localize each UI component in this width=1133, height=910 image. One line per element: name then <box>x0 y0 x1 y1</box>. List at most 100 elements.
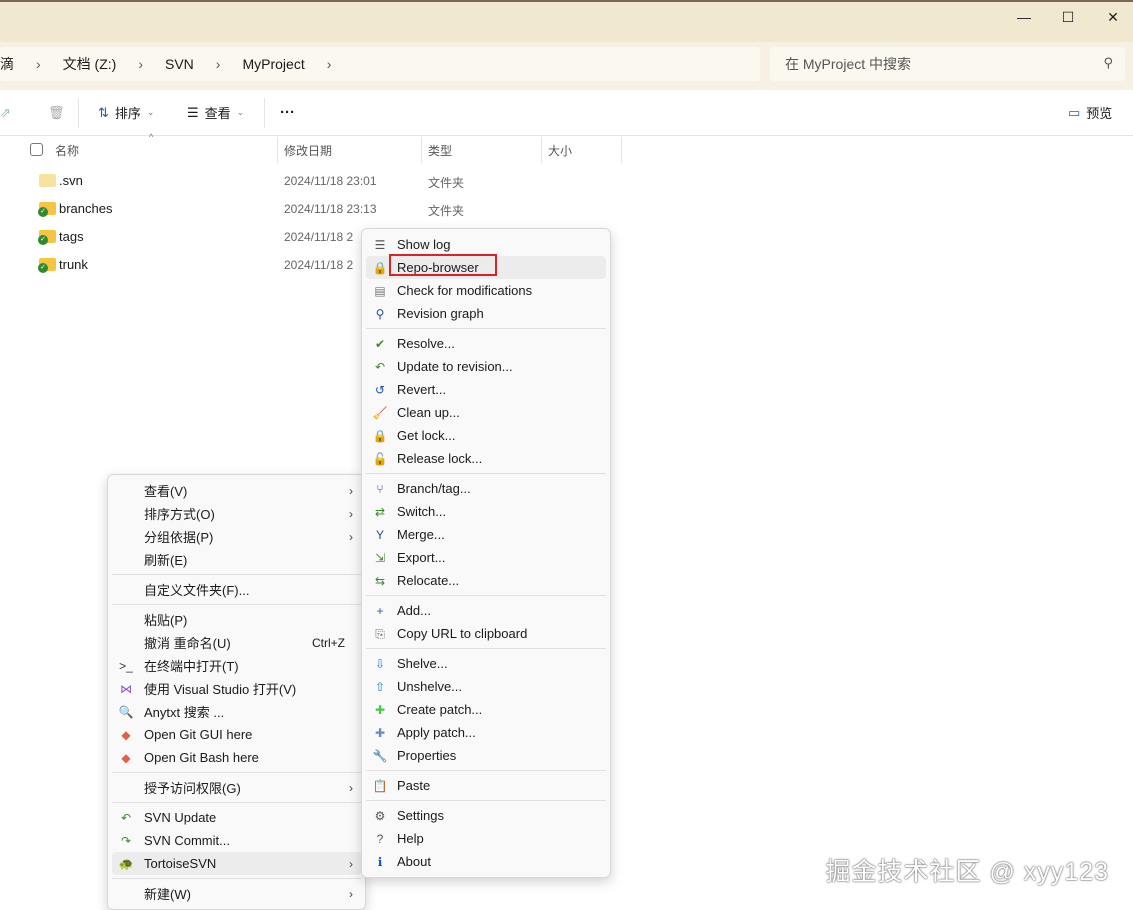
menu-item-resolve[interactable]: ✔ Resolve... <box>366 332 606 355</box>
menu-item-check-for-modifications[interactable]: ▤ Check for modifications <box>366 279 606 302</box>
menu-item-unshelve[interactable]: ⇧ Unshelve... <box>366 675 606 698</box>
file-row[interactable]: ✓ branches 2024/11/18 23:13 文件夹 <box>0 195 620 223</box>
menu-item-t[interactable]: >_ 在终端中打开(T) <box>112 654 361 677</box>
menu-item-branch-tag[interactable]: ⑂ Branch/tag... <box>366 477 606 500</box>
branch-tag-icon: ⑂ <box>376 481 384 496</box>
menu-item-label: About <box>397 854 431 869</box>
menu-item-release-lock[interactable]: 🔓 Release lock... <box>366 447 606 470</box>
menu-item-get-lock[interactable]: 🔒 Get lock... <box>366 424 606 447</box>
menu-item-apply-patch[interactable]: ✚ Apply patch... <box>366 721 606 744</box>
more-button[interactable]: ··· <box>280 104 295 121</box>
chevron-right-icon[interactable]: › <box>216 56 221 72</box>
anytxt-search-icon: 🔍 <box>118 704 134 719</box>
add-icon: + <box>376 603 384 618</box>
menu-item-revert[interactable]: ↺ Revert... <box>366 378 606 401</box>
minimize-button[interactable]: — <box>1009 6 1039 28</box>
menu-item-create-patch[interactable]: ✚ Create patch... <box>366 698 606 721</box>
maximize-button[interactable]: ☐ <box>1053 6 1083 28</box>
menu-item-relocate[interactable]: ⇆ Relocate... <box>366 569 606 592</box>
view-button[interactable]: ☰ 查看 ⌄ <box>187 103 244 122</box>
title-bar: — ☐ ✕ <box>0 0 1133 42</box>
menu-item-label: Paste <box>397 778 431 793</box>
share-icon[interactable]: ⇗ <box>0 105 11 121</box>
show-log-icon: ☰ <box>374 237 386 252</box>
menu-item-label: 撤消 重命名(U) <box>144 636 231 651</box>
search-input[interactable]: 在 MyProject 中搜索 ⚲ <box>770 47 1125 81</box>
menu-item-g[interactable]: 授予访问权限(G) › <box>112 776 361 799</box>
menu-item-label: 分组依据(P) <box>144 530 214 545</box>
column-divider[interactable] <box>421 137 422 163</box>
menu-item-add[interactable]: + Add... <box>366 599 606 622</box>
menu-item-svn-update[interactable]: ↶ SVN Update <box>112 806 361 829</box>
menu-item-open-git-gui-here[interactable]: ◆ Open Git GUI here <box>112 723 361 746</box>
file-modified: 2024/11/18 2 <box>284 258 354 272</box>
breadcrumb-item[interactable]: 文档 (Z:) <box>63 54 117 74</box>
menu-item-update-to-revision[interactable]: ↶ Update to revision... <box>366 355 606 378</box>
menu-item-label: Shelve... <box>397 656 448 671</box>
menu-item-export[interactable]: ⇲ Export... <box>366 546 606 569</box>
preview-label: 预览 <box>1086 106 1113 121</box>
folder-icon: ✓ <box>38 258 56 273</box>
menu-item-tortoisesvn[interactable]: 🐢 TortoiseSVN › <box>112 852 361 875</box>
select-all-checkbox[interactable] <box>30 143 43 156</box>
visual-studio-icon: ⋈ <box>120 681 132 696</box>
sort-button[interactable]: ⇅ 排序 ⌄ <box>98 103 154 122</box>
close-button[interactable]: ✕ <box>1098 6 1128 28</box>
check-modifications-icon: ▤ <box>374 283 386 298</box>
menu-item-merge[interactable]: Y Merge... <box>366 523 606 546</box>
menu-item-copy-url-to-clipboard[interactable]: ⎘ Copy URL to clipboard <box>366 622 606 645</box>
menu-item-label: 刷新(E) <box>144 553 188 568</box>
menu-item-svn-commit[interactable]: ↷ SVN Commit... <box>112 829 361 852</box>
menu-item-clean-up[interactable]: 🧹 Clean up... <box>366 401 606 424</box>
column-modified[interactable]: 修改日期 <box>284 142 332 159</box>
menu-item-w[interactable]: 新建(W) › <box>112 882 361 905</box>
file-row[interactable]: .svn 2024/11/18 23:01 文件夹 <box>0 167 620 195</box>
delete-icon[interactable]: 🗑 <box>48 105 65 121</box>
column-name[interactable]: 名称 <box>55 142 79 159</box>
menu-item-switch[interactable]: ⇄ Switch... <box>366 500 606 523</box>
menu-item-label: Merge... <box>397 527 445 542</box>
menu-item-e[interactable]: 刷新(E) <box>112 548 361 571</box>
chevron-right-icon[interactable]: › <box>327 56 332 72</box>
chevron-right-icon[interactable]: › <box>138 56 143 72</box>
menu-item-p[interactable]: 粘贴(P) <box>112 608 361 631</box>
menu-separator <box>112 604 361 605</box>
menu-item-anytxt[interactable]: 🔍 Anytxt 搜索 ... <box>112 700 361 723</box>
menu-item-settings[interactable]: ⚙ Settings <box>366 804 606 827</box>
breadcrumb[interactable]: 滴 › 文档 (Z:) › SVN › MyProject › <box>0 47 760 81</box>
menu-item-p[interactable]: 分组依据(P) › <box>112 525 361 548</box>
menu-item-o[interactable]: 排序方式(O) › <box>112 502 361 525</box>
menu-item-help[interactable]: ? Help <box>366 827 606 850</box>
search-placeholder: 在 MyProject 中搜索 <box>785 56 912 72</box>
menu-item-open-git-bash-here[interactable]: ◆ Open Git Bash here <box>112 746 361 769</box>
menu-item-label: Update to revision... <box>397 359 513 374</box>
menu-item-f[interactable]: 自定义文件夹(F)... <box>112 578 361 601</box>
column-divider[interactable] <box>277 137 278 163</box>
menu-item-u[interactable]: 撤消 重命名(U) Ctrl+Z <box>112 631 361 654</box>
column-divider[interactable] <box>541 137 542 163</box>
preview-button[interactable]: ▭ 预览 <box>1068 103 1112 122</box>
breadcrumb-item[interactable]: 滴 <box>0 54 14 74</box>
menu-item-v[interactable]: 查看(V) › <box>112 479 361 502</box>
menu-item-label: Create patch... <box>397 702 483 717</box>
column-divider[interactable] <box>621 137 622 163</box>
breadcrumb-item[interactable]: SVN <box>165 56 194 72</box>
menu-item-shelve[interactable]: ⇩ Shelve... <box>366 652 606 675</box>
chevron-down-icon: ⌄ <box>146 107 155 117</box>
column-size[interactable]: 大小 <box>548 142 572 159</box>
chevron-right-icon[interactable]: › <box>36 56 41 72</box>
menu-item-label: Revision graph <box>397 306 484 321</box>
menu-item-paste[interactable]: 📋 Paste <box>366 774 606 797</box>
menu-item-visual-studio-v[interactable]: ⋈ 使用 Visual Studio 打开(V) <box>112 677 361 700</box>
column-type[interactable]: 类型 <box>428 142 452 159</box>
folder-icon: ✓ <box>38 202 56 217</box>
menu-item-label: Release lock... <box>397 451 483 466</box>
menu-item-show-log[interactable]: ☰ Show log <box>366 233 606 256</box>
menu-item-about[interactable]: ℹ About <box>366 850 606 873</box>
apply-patch-icon: ✚ <box>374 725 386 740</box>
svn-normal-overlay-icon: ✓ <box>38 207 48 217</box>
breadcrumb-item[interactable]: MyProject <box>242 56 304 72</box>
menu-item-revision-graph[interactable]: ⚲ Revision graph <box>366 302 606 325</box>
menu-item-label: Add... <box>397 603 431 618</box>
menu-item-properties[interactable]: 🔧 Properties <box>366 744 606 767</box>
